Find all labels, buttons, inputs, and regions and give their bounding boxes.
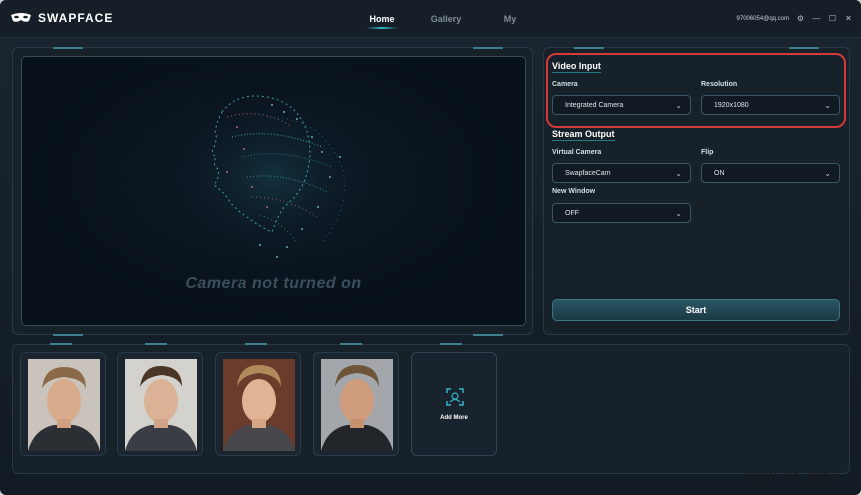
- virtual-camera-select[interactable]: SwapfaceCam ⌄: [552, 163, 691, 183]
- maximize-icon[interactable]: ☐: [828, 14, 837, 23]
- panel-edge-accent: [340, 343, 362, 345]
- panel-edge-accent: [473, 334, 503, 336]
- flip-select-value: ON: [714, 170, 725, 177]
- panel-edge-accent: [574, 47, 604, 49]
- stream-output-title: Stream Output: [552, 129, 615, 141]
- resolution-select[interactable]: 1920x1080 ⌄: [701, 95, 840, 115]
- panel-edge-accent: [440, 343, 462, 345]
- face-thumbnail: [28, 359, 100, 451]
- face-card[interactable]: [117, 352, 203, 456]
- panel-edge-accent: [53, 334, 83, 336]
- camera-preview: Camera not turned on: [21, 56, 526, 326]
- face-card[interactable]: [215, 352, 301, 456]
- gear-icon[interactable]: ⚙: [796, 14, 805, 23]
- new-window-select-value: OFF: [565, 210, 579, 217]
- camera-select-value: Integrated Camera: [565, 102, 624, 109]
- app-name: SWAPFACE: [38, 11, 114, 25]
- face-thumbnail: [321, 359, 393, 451]
- panel-edge-accent: [53, 47, 83, 49]
- chevron-down-icon: ⌄: [824, 101, 831, 110]
- chevron-down-icon: ⌄: [824, 169, 831, 178]
- face-card[interactable]: [20, 352, 106, 456]
- title-bar: SWAPFACE Home Gallery My 97006054@qq.com…: [0, 0, 861, 38]
- camera-select[interactable]: Integrated Camera ⌄: [552, 95, 691, 115]
- video-input-title: Video Input: [552, 61, 601, 73]
- face-card[interactable]: [313, 352, 399, 456]
- face-thumbnail: [125, 359, 197, 451]
- chevron-down-icon: ⌄: [675, 101, 682, 110]
- add-more-label: Add More: [440, 415, 468, 421]
- panel-edge-accent: [145, 343, 167, 345]
- account-email[interactable]: 97006054@qq.com: [737, 16, 789, 22]
- mask-logo-icon: [10, 12, 32, 24]
- window-controls: 97006054@qq.com ⚙ — ☐ ✕: [737, 14, 853, 23]
- panel-edge-accent: [473, 47, 503, 49]
- flip-label: Flip: [701, 149, 714, 156]
- virtual-camera-label: Virtual Camera: [552, 149, 602, 156]
- app-logo: SWAPFACE: [10, 11, 113, 25]
- chevron-down-icon: ⌄: [675, 209, 682, 218]
- close-icon[interactable]: ✕: [844, 14, 853, 23]
- main-nav: Home Gallery My: [350, 14, 542, 29]
- virtual-camera-select-value: SwapfaceCam: [565, 170, 611, 177]
- nav-tab-gallery[interactable]: Gallery: [414, 14, 478, 24]
- camera-label: Camera: [552, 81, 578, 88]
- resolution-label: Resolution: [701, 81, 738, 88]
- start-button[interactable]: Start: [552, 299, 840, 321]
- add-more-button[interactable]: Add More: [411, 352, 497, 456]
- nav-tab-home[interactable]: Home: [350, 14, 414, 29]
- resolution-select-value: 1920x1080: [714, 102, 749, 109]
- chevron-down-icon: ⌄: [675, 169, 682, 178]
- panel-edge-accent: [789, 47, 819, 49]
- face-scan-icon: [446, 388, 464, 406]
- face-thumbnail: [223, 359, 295, 451]
- panel-edge-accent: [50, 343, 72, 345]
- flip-select[interactable]: ON ⌄: [701, 163, 840, 183]
- minimize-icon[interactable]: —: [812, 14, 821, 23]
- app-window: SWAPFACE Home Gallery My 97006054@qq.com…: [0, 0, 861, 495]
- watermark-text: CSDN @A. 張さん: [742, 470, 843, 484]
- new-window-select[interactable]: OFF ⌄: [552, 203, 691, 223]
- video-preview-panel: Camera not turned on: [12, 47, 533, 336]
- camera-status-text: Camera not turned on: [185, 275, 362, 292]
- panel-edge-accent: [245, 343, 267, 345]
- nav-tab-my[interactable]: My: [478, 14, 542, 24]
- new-window-label: New Window: [552, 188, 596, 195]
